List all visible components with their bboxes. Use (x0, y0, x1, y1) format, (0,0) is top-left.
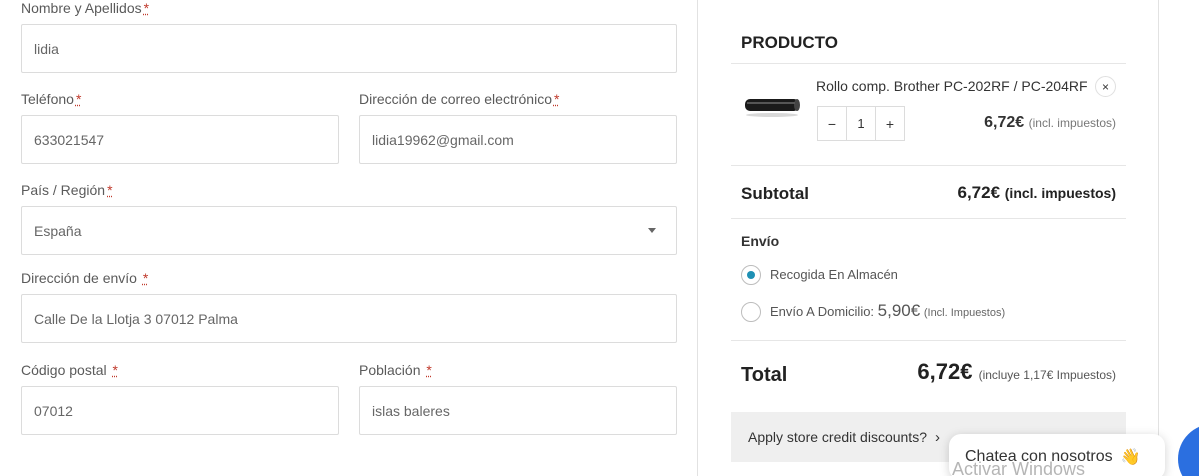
divider (731, 218, 1126, 219)
qty-input[interactable]: 1 (846, 107, 876, 140)
divider (731, 63, 1126, 64)
chevron-right-icon: › (934, 428, 940, 446)
home-delivery-price: 5,90€ (877, 301, 921, 320)
divider (731, 340, 1126, 341)
shipping-option-home[interactable]: Envío A Domicilio: 5,90€ (Incl. Impuesto… (770, 301, 1005, 321)
pais-value: España (34, 222, 82, 239)
close-icon: × (1101, 79, 1109, 94)
chat-launcher-button[interactable] (1178, 424, 1199, 476)
product-thumbnail (745, 99, 800, 117)
waving-hand-icon: 👋 (1120, 449, 1141, 466)
poblacion-label: Población * (359, 362, 432, 378)
shipping-heading: Envío (741, 233, 780, 249)
poblacion-input[interactable]: islas baleres (359, 386, 677, 435)
email-label: Dirección de correo electrónico * (359, 91, 560, 107)
telefono-value: 633021547 (34, 131, 105, 148)
radio-home-delivery[interactable] (741, 302, 761, 322)
product-price-note: (incl. impuestos) (1028, 116, 1116, 130)
total-note: (incluye 1,17€ Impuestos) (978, 368, 1116, 382)
email-value: lidia19962@gmail.com (372, 131, 514, 148)
radio-pickup[interactable] (741, 265, 761, 285)
pais-label: País / Región * (21, 182, 113, 198)
product-name[interactable]: Rollo comp. Brother PC-202RF / PC-204RF (816, 78, 1088, 94)
direccion-label: Dirección de envío * (21, 270, 149, 286)
store-credit-label: Apply store credit discounts? (748, 429, 927, 445)
telefono-input[interactable]: 633021547 (21, 115, 339, 164)
required-mark: * (553, 91, 560, 107)
nombre-input[interactable]: lidia (21, 24, 677, 73)
required-mark: * (112, 362, 118, 378)
chevron-down-icon (648, 228, 656, 233)
email-input[interactable]: lidia19962@gmail.com (359, 115, 677, 164)
shipping-option-pickup[interactable]: Recogida En Almacén (770, 267, 898, 282)
nombre-value: lidia (34, 40, 59, 57)
home-delivery-note: (Incl. Impuestos) (923, 307, 1006, 319)
nombre-label: Nombre y Apellidos * (21, 0, 150, 16)
quantity-stepper: − 1 + (817, 106, 905, 141)
required-mark: * (426, 362, 432, 378)
cp-value: 07012 (34, 402, 73, 419)
remove-item-button[interactable]: × (1095, 76, 1116, 97)
required-mark: * (142, 270, 149, 286)
direccion-value: Calle De la Llotja 3 07012 Palma (34, 310, 238, 327)
required-mark: * (143, 0, 150, 16)
pais-select[interactable]: España (21, 206, 677, 255)
divider (731, 165, 1126, 166)
summary-heading: PRODUCTO (741, 33, 838, 52)
panel-divider-right (1158, 0, 1159, 476)
qty-increase-button[interactable]: + (876, 107, 904, 140)
subtotal-value: 6,72€ (incl. impuestos) (957, 183, 1116, 202)
cp-label: Código postal * (21, 362, 118, 378)
product-price: 6,72€ (incl. impuestos) (984, 114, 1116, 131)
panel-divider-left (697, 0, 698, 476)
total-value: 6,72€ (incluye 1,17€ Impuestos) (917, 359, 1116, 384)
total-label: Total (741, 364, 788, 386)
subtotal-note: (incl. impuestos) (1004, 185, 1116, 201)
poblacion-value: islas baleres (372, 402, 450, 419)
required-mark: * (75, 91, 82, 107)
telefono-label: Teléfono * (21, 91, 82, 107)
cp-input[interactable]: 07012 (21, 386, 339, 435)
subtotal-label: Subtotal (741, 184, 809, 203)
windows-activation-watermark: Activar Windows (952, 459, 1086, 476)
direccion-input[interactable]: Calle De la Llotja 3 07012 Palma (21, 294, 677, 343)
required-mark: * (107, 182, 113, 198)
qty-decrease-button[interactable]: − (818, 107, 846, 140)
